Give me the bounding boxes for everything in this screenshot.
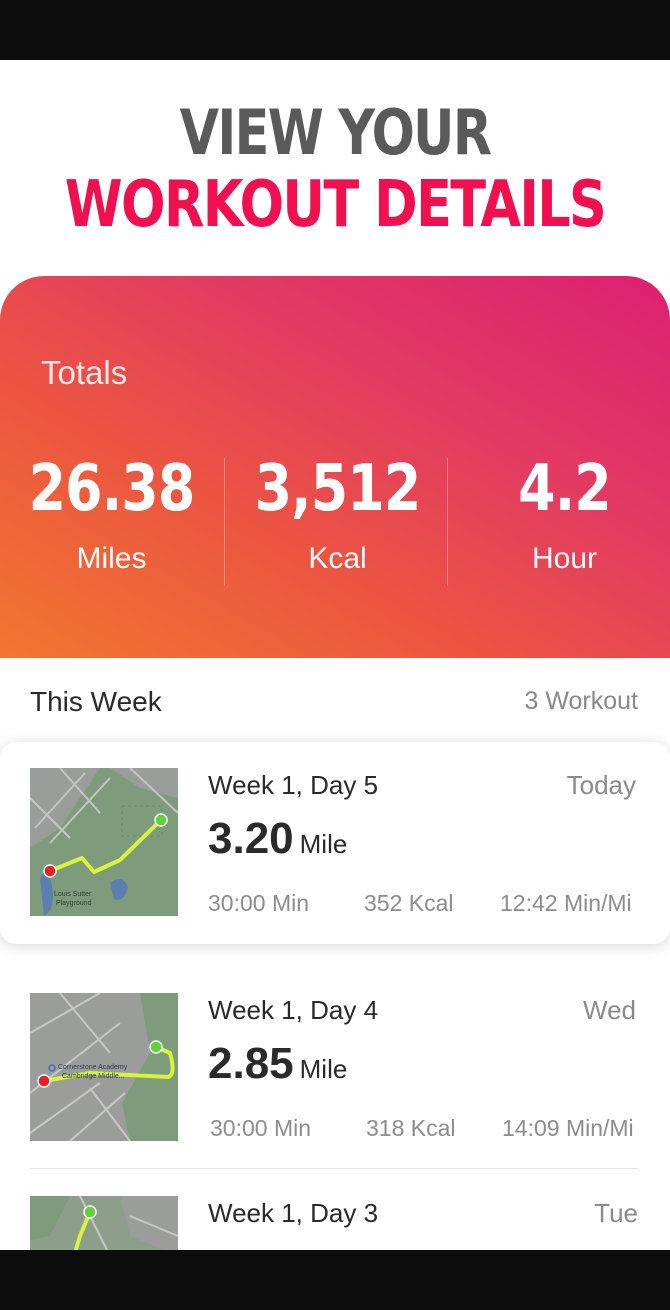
stat-hour-unit: Hour: [531, 542, 598, 575]
stat-kcal: 3,512 Kcal: [226, 456, 449, 576]
screen: VIEW YOUR WORKOUT DETAILS Totals 26.38 M…: [0, 60, 670, 1250]
route-start-marker: [154, 813, 168, 827]
distance-unit: Mile: [299, 829, 348, 859]
navigation-bar: [0, 1250, 670, 1310]
workout-day: Today: [566, 770, 636, 800]
route-map-graphic: [30, 1196, 178, 1250]
workout-title: Week 1, Day 4: [208, 995, 379, 1025]
route-map-thumbnail: Cornerstone Academy Cambridge Middle...: [30, 993, 178, 1141]
workout-day: Wed: [583, 995, 636, 1025]
workout-pace: 12:42 Min/Mi: [500, 890, 632, 916]
workout-card[interactable]: Week 1, Day 3 Tue: [0, 1170, 670, 1250]
map-place-label: Cambridge Middle...: [62, 1073, 125, 1080]
route-map-graphic: Cornerstone Academy Cambridge Middle...: [30, 993, 178, 1141]
distance-value: 2.85: [208, 1039, 294, 1088]
workout-title: Week 1, Day 5: [208, 770, 379, 800]
workout-card[interactable]: Louis Sutter Playground Week 1, Day 5 To…: [0, 742, 670, 944]
stat-divider: [224, 458, 225, 586]
route-end-marker: [37, 1074, 51, 1088]
section-title: This Week: [30, 686, 162, 717]
workout-card[interactable]: Cornerstone Academy Cambridge Middle... …: [0, 967, 670, 1169]
workout-pace: 14:09 Min/Mi: [502, 1115, 634, 1141]
headline-line-1: VIEW YOUR: [179, 96, 492, 169]
route-start-marker: [149, 1040, 163, 1054]
stat-hour-value: 4.2: [518, 452, 612, 526]
workout-count: 3 Workout: [524, 687, 638, 715]
status-bar: [0, 0, 670, 60]
workout-calories: 352 Kcal: [364, 890, 454, 916]
route-map-thumbnail: Louis Sutter Playground: [30, 768, 178, 916]
headline-line-2: WORKOUT DETAILS: [64, 168, 607, 242]
stat-miles: 26.38 Miles: [0, 456, 223, 576]
stat-kcal-unit: Kcal: [308, 542, 367, 575]
stat-kcal-value: 3,512: [254, 452, 422, 526]
workout-distance: 3.20 Mile: [208, 814, 347, 864]
route-start-marker: [83, 1205, 97, 1219]
map-place-label: Cornerstone Academy: [58, 1064, 128, 1071]
stat-miles-unit: Miles: [76, 542, 147, 575]
route-map-thumbnail: [30, 1196, 178, 1250]
distance-unit: Mile: [299, 1054, 348, 1084]
workout-day: Tue: [594, 1198, 638, 1228]
stat-miles-value: 26.38: [28, 452, 196, 526]
map-place-label: Louis Sutter: [54, 891, 92, 898]
workout-duration: 30:00 Min: [210, 1115, 312, 1141]
list-divider: [30, 1168, 638, 1169]
stat-divider: [447, 458, 448, 586]
route-map-graphic: Louis Sutter Playground: [30, 768, 178, 916]
workout-title: Week 1, Day 3: [208, 1198, 379, 1228]
totals-card: Totals 26.38 Miles 3,512 Kcal 4.2 Hour: [0, 276, 670, 658]
workout-distance: 2.85 Mile: [208, 1039, 347, 1089]
map-place-label: Playground: [56, 900, 92, 907]
stat-hour: 4.2 Hour: [453, 456, 670, 576]
distance-value: 3.20: [208, 814, 294, 863]
workout-calories: 318 Kcal: [366, 1115, 456, 1141]
totals-label: Totals: [41, 354, 128, 391]
workout-duration: 30:00 Min: [208, 890, 310, 916]
route-end-marker: [43, 864, 57, 878]
